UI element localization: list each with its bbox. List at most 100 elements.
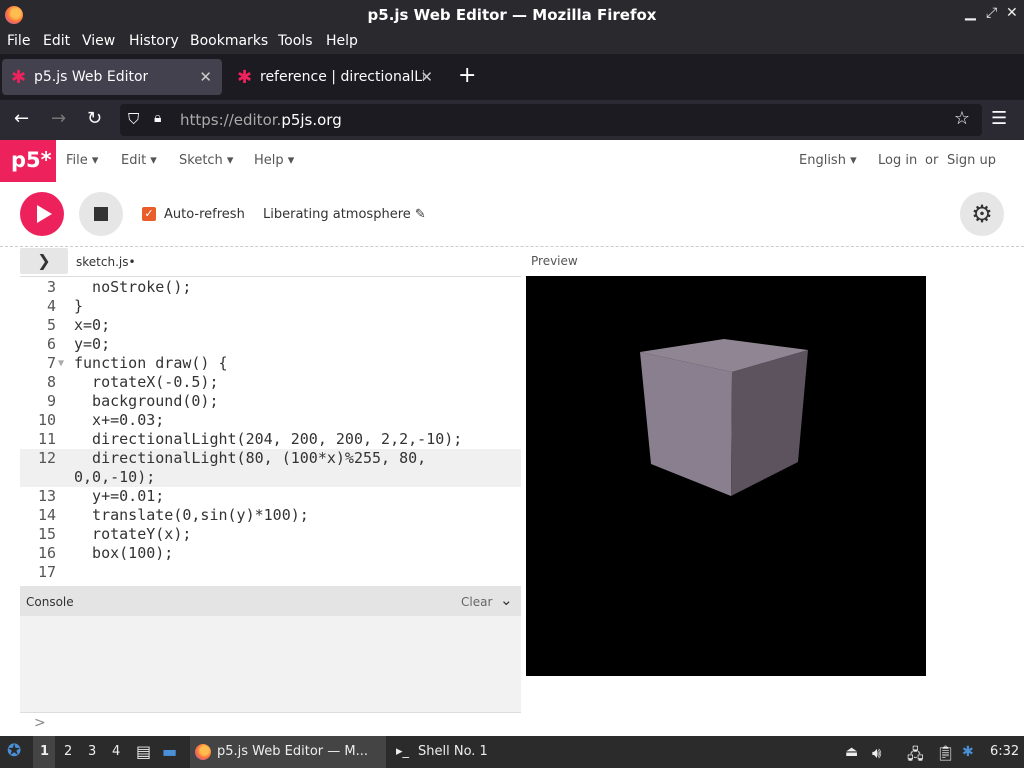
- play-button[interactable]: [20, 192, 64, 236]
- upload-icon[interactable]: ⏏: [845, 744, 858, 760]
- window-title: p5.js Web Editor — Mozilla Firefox: [367, 6, 657, 24]
- shield-icon[interactable]: ⛉: [128, 110, 139, 128]
- tab-label: p5.js Web Editor: [34, 69, 149, 85]
- new-tab-button[interactable]: +: [458, 63, 476, 88]
- console-clear-button[interactable]: Clear: [461, 595, 492, 609]
- menu-bookmarks[interactable]: Bookmarks: [190, 33, 268, 49]
- menu-help[interactable]: Help: [326, 33, 358, 49]
- p5-menu-file[interactable]: File ▾: [66, 153, 98, 168]
- code-line[interactable]: 9 background(0);: [20, 392, 521, 411]
- start-menu-icon[interactable]: ✪: [7, 741, 21, 761]
- minimize-icon[interactable]: ▁: [965, 5, 976, 21]
- stop-button[interactable]: [79, 192, 123, 236]
- code-line[interactable]: 16 box(100);: [20, 544, 521, 563]
- file-tab[interactable]: sketch.js•: [76, 255, 136, 269]
- terminal-icon: ▸_: [396, 744, 410, 759]
- network-icon[interactable]: 🖧: [907, 744, 924, 769]
- p5-favicon-icon: ✱: [11, 67, 27, 88]
- code-line[interactable]: 4}: [20, 297, 521, 316]
- window-titlebar: p5.js Web Editor — Mozilla Firefox ▁ ⤢ ✕: [0, 0, 1024, 30]
- sidebar-toggle-chevron-icon[interactable]: ❯: [20, 248, 68, 274]
- p5-favicon-icon: ✱: [237, 67, 253, 88]
- menu-file[interactable]: File: [7, 33, 30, 49]
- sketch-name[interactable]: Liberating atmosphere ✎: [263, 207, 426, 222]
- language-select[interactable]: English ▾: [799, 153, 857, 168]
- back-icon[interactable]: ←: [14, 108, 29, 129]
- rendered-cube: [640, 339, 808, 496]
- navigation-bar: ← → ↻ ⛉ 🔒︎ https://editor.p5js.org ☆ ☰: [0, 100, 1024, 140]
- console-prompt-icon: >: [34, 715, 46, 731]
- tab-close-icon[interactable]: ✕: [420, 68, 433, 86]
- close-icon[interactable]: ✕: [1006, 5, 1018, 21]
- menu-view[interactable]: View: [82, 33, 115, 49]
- bookmark-star-icon[interactable]: ☆: [954, 108, 970, 129]
- tab-strip: ✱ p5.js Web Editor ✕ ✱ reference | direc…: [0, 54, 1024, 100]
- taskbar-firefox-window[interactable]: p5.js Web Editor — M...: [217, 744, 368, 759]
- preview-label: Preview: [531, 254, 578, 268]
- workspace-4[interactable]: 4: [112, 744, 120, 759]
- login-link[interactable]: Log in: [878, 153, 917, 168]
- code-line-wrapped[interactable]: 0,0,-10);: [20, 468, 521, 487]
- tab-reference[interactable]: ✱ reference | directionalLig ✕: [228, 59, 443, 95]
- workspace-2[interactable]: 2: [64, 744, 72, 759]
- code-line[interactable]: 17: [20, 563, 521, 582]
- menu-history[interactable]: History: [129, 33, 179, 49]
- firefox-menubar: File Edit View History Bookmarks Tools H…: [0, 30, 1024, 54]
- forward-icon[interactable]: →: [51, 108, 66, 129]
- code-line[interactable]: 13 y+=0.01;: [20, 487, 521, 506]
- console-header: Console Clear ⌄: [20, 586, 521, 616]
- url-text[interactable]: https://editor.p5js.org: [180, 111, 342, 129]
- clipboard-icon[interactable]: 📋︎: [936, 744, 955, 762]
- or-text: or: [925, 153, 939, 168]
- settings-gear-icon[interactable]: ⚙: [960, 192, 1004, 236]
- code-editor[interactable]: 3 noStroke(); 4} 5 x=0; 6 y=0; 7 ▼ function …: [20, 276, 521, 585]
- url-bar[interactable]: ⛉ 🔒︎ https://editor.p5js.org ☆: [120, 104, 982, 136]
- console-collapse-chevron-icon[interactable]: ⌄: [500, 591, 513, 609]
- console-output: [20, 616, 521, 712]
- unsaved-dot: •: [128, 255, 136, 269]
- reload-icon[interactable]: ↻: [87, 108, 102, 129]
- restore-icon[interactable]: ⤢: [986, 5, 997, 21]
- fold-arrow-icon[interactable]: ▼: [58, 354, 64, 373]
- p5-logo[interactable]: p5*: [0, 140, 56, 182]
- hamburger-menu-icon[interactable]: ☰: [991, 108, 1007, 129]
- console-input[interactable]: >: [20, 712, 521, 737]
- tab-p5-editor[interactable]: ✱ p5.js Web Editor ✕: [2, 59, 222, 95]
- p5-header: p5* File ▾ Edit ▾ Sketch ▾ Help ▾ Englis…: [0, 140, 1024, 183]
- desktop-icon[interactable]: ▬: [162, 742, 177, 761]
- code-line[interactable]: 8 rotateX(-0.5);: [20, 373, 521, 392]
- lock-icon[interactable]: 🔒︎: [154, 110, 161, 126]
- workspace-1[interactable]: 1: [40, 744, 49, 759]
- code-line[interactable]: 14 translate(0,sin(y)*100);: [20, 506, 521, 525]
- bluetooth-icon[interactable]: ✱: [962, 744, 974, 760]
- code-line[interactable]: 6 y=0;: [20, 335, 521, 354]
- code-line-active[interactable]: 12 directionalLight(80, (100*x)%255, 80,: [20, 449, 521, 468]
- menu-edit[interactable]: Edit: [43, 33, 70, 49]
- p5-menu-edit[interactable]: Edit ▾: [121, 153, 157, 168]
- code-line[interactable]: 10 x+=0.03;: [20, 411, 521, 430]
- code-line[interactable]: 7 ▼ function draw() {: [20, 354, 521, 373]
- p5-menu-help[interactable]: Help ▾: [254, 153, 294, 168]
- console-label: Console: [26, 595, 74, 609]
- tab-close-icon[interactable]: ✕: [199, 68, 212, 86]
- workspace-3[interactable]: 3: [88, 744, 96, 759]
- p5-menu-sketch[interactable]: Sketch ▾: [179, 153, 233, 168]
- code-line[interactable]: 5 x=0;: [20, 316, 521, 335]
- signup-link[interactable]: Sign up: [947, 153, 996, 168]
- sketch-toolbar: ✓ Auto-refresh Liberating atmosphere ✎ ⚙: [0, 182, 1024, 247]
- tab-label: reference | directionalLig: [260, 69, 424, 85]
- firefox-taskbar-icon: [195, 744, 211, 760]
- auto-refresh-checkbox[interactable]: ✓: [142, 207, 156, 221]
- auto-refresh-label: Auto-refresh: [164, 207, 245, 222]
- system-taskbar: ✪ 1 2 3 4 ▤ ▬ p5.js Web Editor — M... ▸_…: [0, 736, 1024, 768]
- clock: 6:32: [990, 744, 1020, 759]
- volume-icon[interactable]: 🔊︎: [872, 744, 881, 762]
- file-manager-icon[interactable]: ▤: [136, 742, 151, 761]
- code-line[interactable]: 15 rotateY(x);: [20, 525, 521, 544]
- code-line[interactable]: 3 noStroke();: [20, 278, 521, 297]
- taskbar-shell-window[interactable]: Shell No. 1: [418, 744, 488, 759]
- preview-canvas[interactable]: [526, 276, 926, 676]
- code-line[interactable]: 11 directionalLight(204, 200, 200, 2,2,-…: [20, 430, 521, 449]
- editor-header: ❯ sketch.js•: [20, 248, 521, 276]
- menu-tools[interactable]: Tools: [278, 33, 313, 49]
